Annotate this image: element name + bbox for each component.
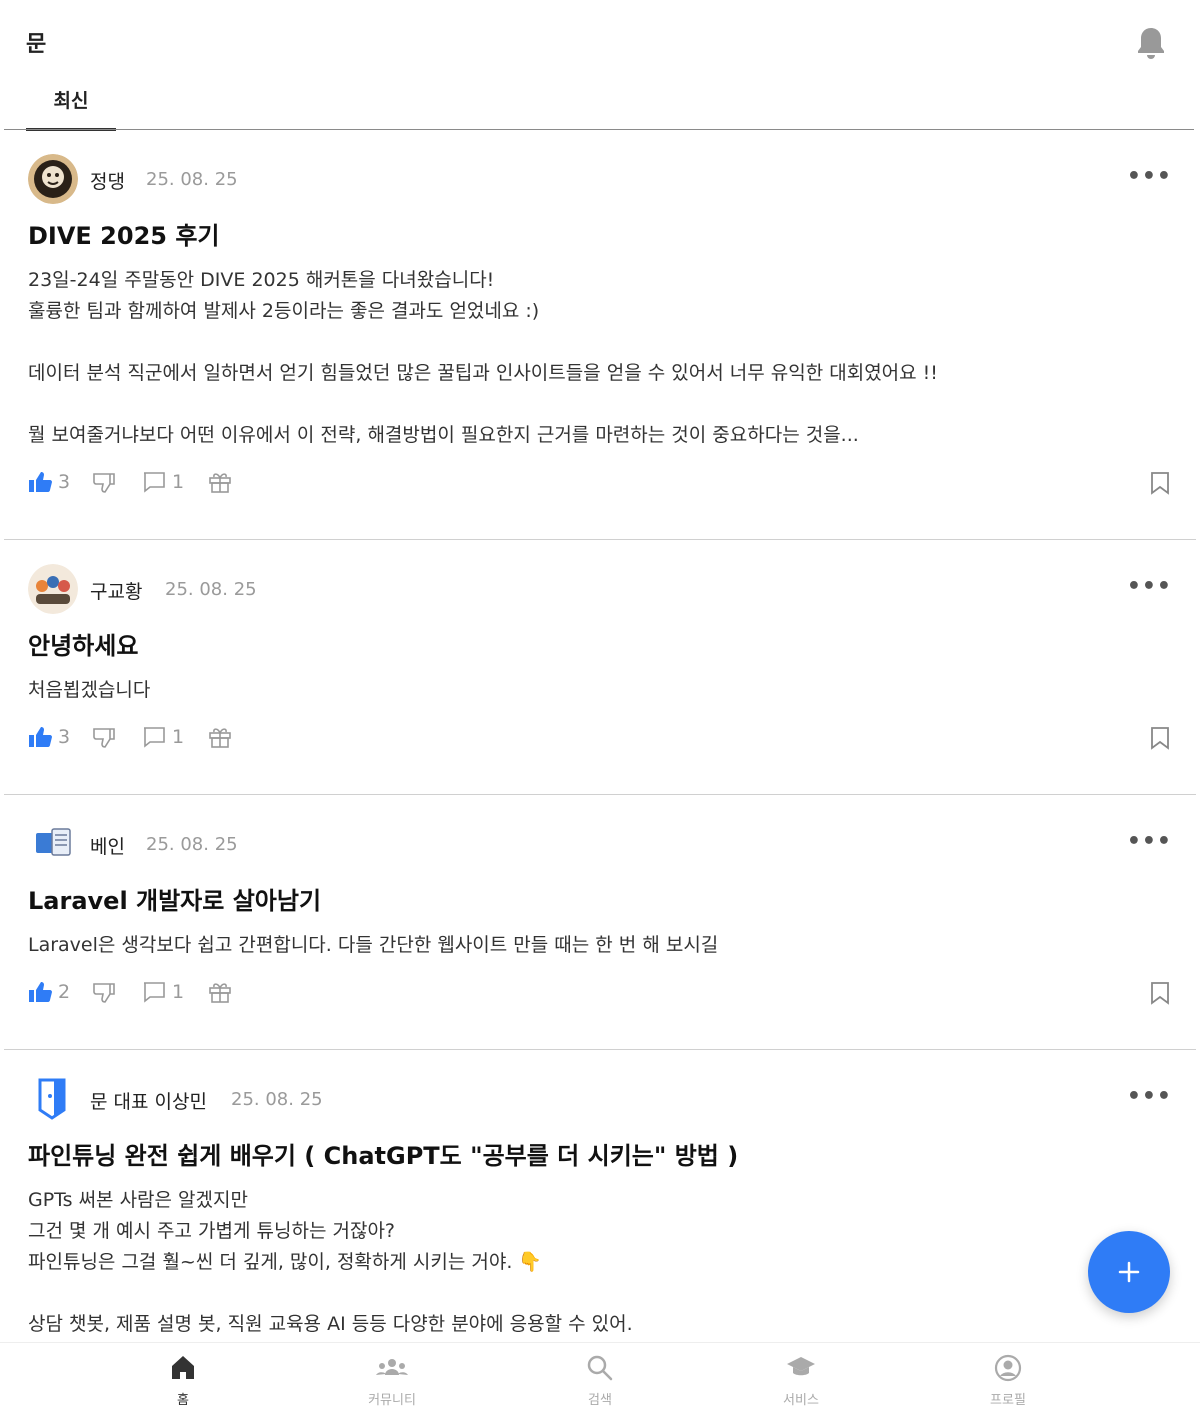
bell-icon[interactable]	[1136, 26, 1166, 60]
comment-count: 1	[172, 981, 185, 1003]
post-header: 문 대표 이상민 25. 08. 25 •••	[4, 1074, 1196, 1134]
post-actions: 3 1	[4, 451, 1196, 521]
more-options-icon[interactable]: •••	[1127, 1084, 1172, 1109]
thumbs-down-icon	[93, 983, 115, 1003]
nav-profile-label: 프로필	[990, 1393, 1026, 1408]
nav-services[interactable]: 서비스	[751, 1353, 851, 1408]
profile-icon	[994, 1354, 1022, 1382]
bookmark-icon[interactable]	[1150, 471, 1170, 495]
post-date: 25. 08. 25	[231, 1089, 323, 1110]
top-bar: 문 최신	[0, 0, 1200, 131]
like-button[interactable]: 3	[28, 471, 70, 493]
avatar[interactable]	[28, 1074, 78, 1124]
comment-icon	[144, 982, 165, 1003]
post-card[interactable]: 정댕 25. 08. 25 ••• DIVE 2025 후기 23일-24일 주…	[4, 154, 1196, 540]
nav-home-label: 홈	[177, 1393, 189, 1408]
more-options-icon[interactable]: •••	[1127, 164, 1172, 189]
post-body[interactable]: 처음뵙겠습니다	[4, 675, 1196, 706]
nav-community-label: 커뮤니티	[368, 1393, 416, 1408]
nav-home[interactable]: 홈	[133, 1353, 233, 1408]
thumbs-up-filled-icon	[29, 982, 52, 1002]
nav-profile[interactable]: 프로필	[958, 1353, 1058, 1408]
post-date: 25. 08. 25	[146, 169, 238, 190]
brand-logo[interactable]: 문	[26, 26, 46, 58]
more-options-icon[interactable]: •••	[1127, 574, 1172, 599]
comment-icon	[144, 472, 165, 493]
post-actions: 3 1	[4, 706, 1196, 776]
post-title[interactable]: Laravel 개발자로 살아남기	[4, 881, 1196, 916]
create-post-button[interactable]	[1088, 1231, 1170, 1313]
post-header: 정댕 25. 08. 25 •••	[4, 154, 1196, 214]
comment-button[interactable]: 1	[142, 726, 184, 748]
post-title[interactable]: 안녕하세요	[4, 626, 1196, 661]
dislike-button[interactable]	[92, 726, 122, 748]
nav-search-label: 검색	[588, 1393, 612, 1408]
dislike-button[interactable]	[92, 471, 122, 493]
nav-search[interactable]: 검색	[550, 1353, 650, 1408]
comment-icon	[144, 727, 165, 748]
post-body[interactable]: Laravel은 생각보다 쉽고 간편합니다. 다들 간단한 웹사이트 만들 때…	[4, 930, 1196, 961]
gift-icon	[209, 983, 231, 1003]
post-body[interactable]: 23일-24일 주말동안 DIVE 2025 해커톤을 다녀왔습니다! 훌륭한 …	[4, 265, 1196, 451]
plus-icon	[1118, 1261, 1140, 1283]
post-title[interactable]: DIVE 2025 후기	[4, 216, 1196, 251]
tab-bar: 최신	[0, 72, 1200, 131]
tab-latest-label: 최신	[53, 90, 89, 112]
like-count: 3	[58, 726, 71, 748]
tab-latest[interactable]: 최신	[26, 72, 116, 130]
thumbs-down-icon	[93, 728, 115, 748]
gift-icon	[209, 728, 231, 748]
bookmark-icon[interactable]	[1150, 726, 1170, 750]
post-author[interactable]: 구교황	[90, 577, 142, 604]
home-icon	[172, 1356, 194, 1379]
comment-count: 1	[172, 471, 185, 493]
gift-icon	[209, 473, 231, 493]
thumbs-up-filled-icon	[29, 472, 52, 492]
post-actions: 2 1	[4, 961, 1196, 1031]
avatar[interactable]	[28, 564, 78, 614]
post-card[interactable]: 구교황 25. 08. 25 ••• 안녕하세요 처음뵙겠습니다 3 1	[4, 564, 1196, 795]
post-header: 구교황 25. 08. 25 •••	[4, 564, 1196, 624]
nav-community[interactable]: 커뮤니티	[342, 1353, 442, 1408]
gift-button[interactable]	[208, 471, 238, 493]
post-author[interactable]: 문 대표 이상민	[90, 1087, 207, 1114]
comment-button[interactable]: 1	[142, 981, 184, 1003]
avatar[interactable]	[28, 154, 78, 204]
app: 문 최신 정댕 25. 08. 25 ••• DIVE 2025 후기 23일-…	[0, 0, 1200, 1414]
like-count: 2	[58, 981, 71, 1003]
post-date: 25. 08. 25	[146, 834, 238, 855]
gift-button[interactable]	[208, 726, 238, 748]
comment-count: 1	[172, 726, 185, 748]
like-count: 3	[58, 471, 71, 493]
post-card[interactable]: 베인 25. 08. 25 ••• Laravel 개발자로 살아남기 Lara…	[4, 819, 1196, 1050]
avatar[interactable]	[28, 819, 78, 869]
like-button[interactable]: 2	[28, 981, 70, 1003]
post-author[interactable]: 베인	[90, 832, 125, 859]
dislike-button[interactable]	[92, 981, 122, 1003]
gift-button[interactable]	[208, 981, 238, 1003]
comment-button[interactable]: 1	[142, 471, 184, 493]
search-icon	[587, 1355, 613, 1381]
community-icon	[376, 1359, 408, 1375]
post-author[interactable]: 정댕	[90, 167, 125, 194]
like-button[interactable]: 3	[28, 726, 70, 748]
bookmark-icon[interactable]	[1150, 981, 1170, 1005]
post-feed: 정댕 25. 08. 25 ••• DIVE 2025 후기 23일-24일 주…	[0, 130, 1200, 1414]
post-header: 베인 25. 08. 25 •••	[4, 819, 1196, 879]
thumbs-down-icon	[93, 473, 115, 493]
post-title[interactable]: 파인튜닝 완전 쉽게 배우기 ( ChatGPT도 "공부를 더 시키는" 방법…	[4, 1136, 1196, 1171]
nav-services-label: 서비스	[783, 1393, 819, 1408]
thumbs-up-filled-icon	[29, 727, 52, 747]
more-options-icon[interactable]: •••	[1127, 829, 1172, 854]
post-date: 25. 08. 25	[165, 579, 257, 600]
bottom-navigation: 홈 커뮤니티 검색 서비스 프로필	[0, 1342, 1200, 1414]
graduation-cap-icon	[787, 1357, 815, 1376]
